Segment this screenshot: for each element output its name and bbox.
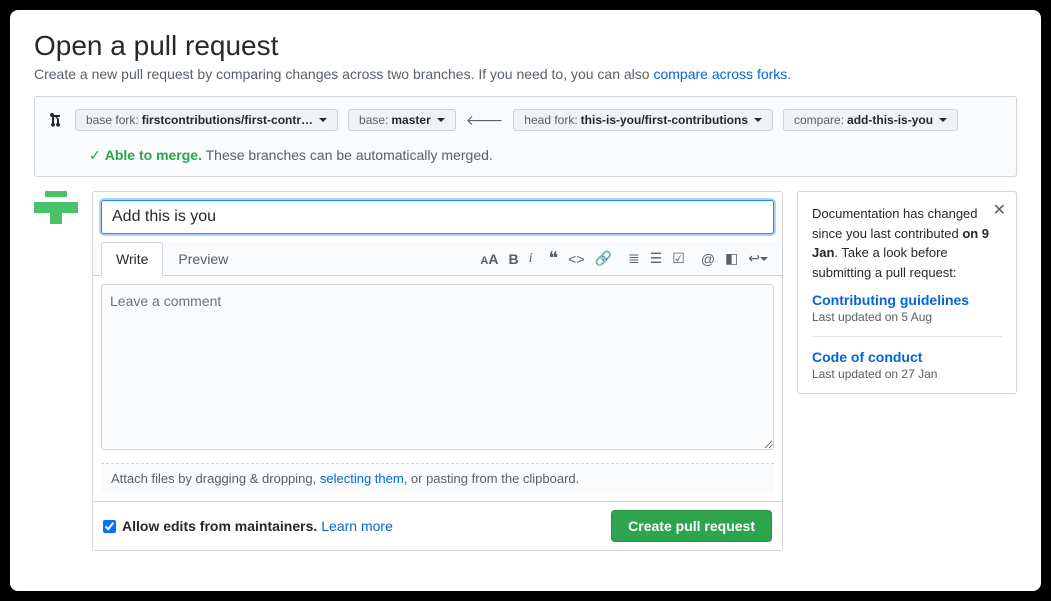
base-fork-selector[interactable]: base fork: firstcontributions/first-cont… <box>75 109 338 131</box>
page-title: Open a pull request <box>34 30 1017 62</box>
base-branch-selector[interactable]: base: master <box>348 109 456 131</box>
bold-icon[interactable]: B <box>508 251 518 267</box>
tab-preview[interactable]: Preview <box>163 242 243 275</box>
divider <box>812 336 1002 337</box>
compare-panel: base fork: firstcontributions/first-cont… <box>34 96 1017 177</box>
formatting-toolbar: AA B i ❝ <> 🔗 ≣ ☰ ☑ @ <box>480 248 774 269</box>
caret-down-icon <box>437 118 445 122</box>
bullet-list-icon[interactable]: ≣ <box>628 250 640 267</box>
contributing-guidelines-link[interactable]: Contributing guidelines <box>812 292 1002 308</box>
select-files-link[interactable]: selecting them <box>320 471 404 486</box>
compare-forks-link[interactable]: compare across forks <box>653 66 787 82</box>
close-icon[interactable]: ✕ <box>993 200 1006 220</box>
check-icon: ✓ <box>89 147 101 163</box>
caret-down-icon <box>319 118 327 122</box>
attach-hint: Attach files by dragging & dropping, sel… <box>101 463 774 493</box>
head-fork-selector[interactable]: head fork: this-is-you/first-contributio… <box>513 109 773 131</box>
create-pull-request-button[interactable]: Create pull request <box>611 510 772 542</box>
quote-icon[interactable]: ❝ <box>548 248 558 269</box>
page-subtitle: Create a new pull request by comparing c… <box>34 66 1017 82</box>
avatar <box>34 191 78 235</box>
heading-icon[interactable]: AA <box>480 251 498 267</box>
caret-down-icon <box>754 118 762 122</box>
numbered-list-icon[interactable]: ☰ <box>650 250 663 267</box>
reply-icon[interactable]: ↩ <box>748 250 768 267</box>
sidebar-message: Documentation has changed since you last… <box>812 204 1002 282</box>
merge-status: ✓Able to merge. These branches can be au… <box>49 147 1002 164</box>
git-compare-icon <box>49 112 65 128</box>
allow-edits-label[interactable]: Allow edits from maintainers. <box>103 518 317 534</box>
arrow-left-icon: 🡐 <box>466 112 504 129</box>
italic-icon[interactable]: i <box>529 251 533 267</box>
learn-more-link[interactable]: Learn more <box>321 518 393 534</box>
comment-textarea[interactable] <box>101 284 774 450</box>
compare-branch-selector[interactable]: compare: add-this-is-you <box>783 109 958 131</box>
docs-sidebar: ✕ Documentation has changed since you la… <box>797 191 1017 394</box>
doc-meta: Last updated on 5 Aug <box>812 310 1002 324</box>
code-icon[interactable]: <> <box>568 251 584 267</box>
tab-write[interactable]: Write <box>101 242 163 276</box>
mention-icon[interactable]: @ <box>701 251 715 267</box>
link-icon[interactable]: 🔗 <box>595 250 612 267</box>
allow-edits-checkbox[interactable] <box>103 520 116 533</box>
code-of-conduct-link[interactable]: Code of conduct <box>812 349 1002 365</box>
task-list-icon[interactable]: ☑ <box>672 250 685 267</box>
pr-composer: Write Preview AA B i ❝ <> 🔗 ≣ <box>92 191 783 551</box>
caret-down-icon <box>939 118 947 122</box>
doc-meta: Last updated on 27 Jan <box>812 367 1002 381</box>
bookmark-icon[interactable]: ◧ <box>725 250 738 267</box>
pr-title-input[interactable] <box>101 200 774 234</box>
